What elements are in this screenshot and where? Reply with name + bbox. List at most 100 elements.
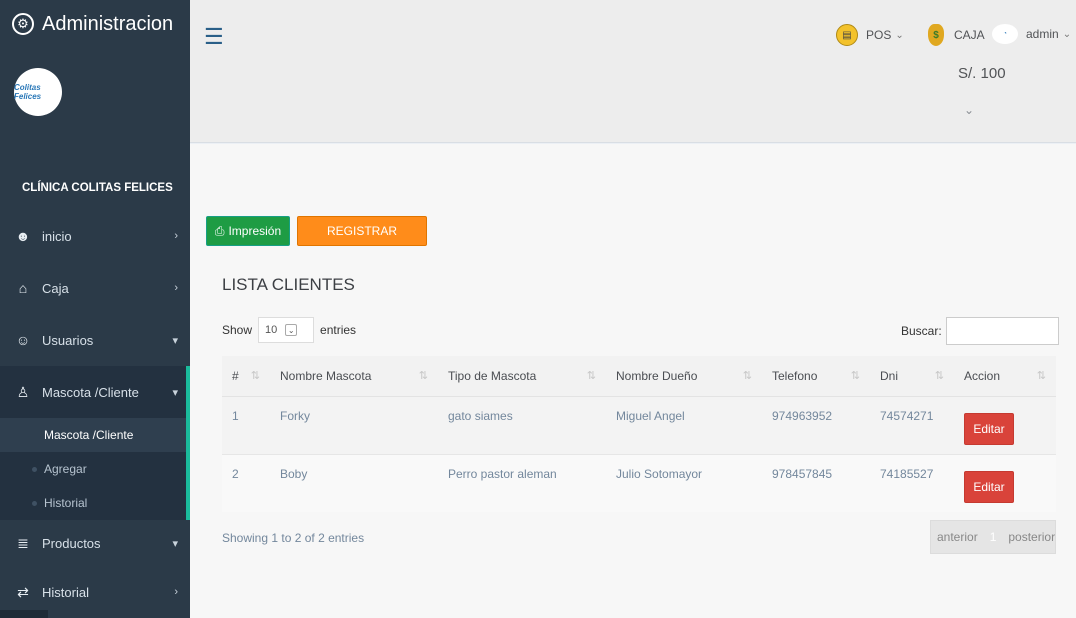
sidebar-item-caja[interactable]: ⌂ Caja ›	[0, 262, 190, 314]
chevron-right-icon: ›	[174, 230, 178, 242]
print-label: Impresión	[228, 224, 282, 238]
logo-area: Colitas Felices	[0, 48, 190, 168]
column-header-pet-type[interactable]: Tipo de Mascota ⇅	[438, 356, 606, 397]
submenu-item-label: Agregar	[44, 462, 87, 476]
chevron-down-icon: ▾	[172, 334, 178, 347]
prev-page-button[interactable]: anterior	[931, 530, 984, 544]
sort-icon: ⇅	[934, 369, 944, 382]
edit-button[interactable]: Editar	[964, 470, 1014, 503]
search-control: Buscar:	[901, 317, 1059, 345]
sort-icon: ⇅	[850, 369, 860, 382]
edit-button[interactable]: Editar	[964, 412, 1014, 445]
main-content: ⎙ Impresión REGISTRAR LISTA CLIENTES Sho…	[190, 144, 1076, 618]
cell-action: Editar	[954, 395, 1056, 454]
sidebar-menu: ☻ inicio › ⌂ Caja › ☺ Usuarios ▾ ♙ Masco…	[0, 210, 190, 618]
page-title: LISTA CLIENTES	[222, 275, 355, 294]
chevron-down-icon: ▾	[172, 537, 178, 550]
cell-number: 2	[222, 453, 270, 512]
cash-register-icon: ▤	[836, 24, 858, 46]
register-button[interactable]: REGISTRAR	[297, 216, 427, 246]
cell-pet-name: Boby	[270, 453, 438, 512]
chevron-right-icon: ›	[174, 282, 178, 294]
money-bag-icon: $	[928, 24, 944, 46]
entries-select[interactable]: 10 ⌄	[258, 317, 315, 343]
users-icon: ☺	[15, 332, 31, 348]
chevron-down-icon[interactable]: ⌄	[964, 103, 974, 117]
submenu-item-agregar[interactable]: Agregar	[0, 452, 190, 486]
menu-toggle-icon[interactable]: ☰	[204, 24, 224, 50]
sort-icon: ⇅	[742, 369, 752, 382]
table-row: 2 Boby Perro pastor aleman Julio Sotomay…	[222, 453, 1056, 512]
app-title: Administracion	[42, 12, 174, 35]
pagination: anterior 1 posterior	[930, 520, 1056, 554]
pos-dropdown[interactable]: ▤ POS ⌄	[836, 24, 904, 46]
next-page-button[interactable]: posterior	[1002, 530, 1061, 544]
sidebar-item-label: Productos	[42, 535, 101, 551]
column-header-phone[interactable]: Telefono ⇅	[762, 356, 870, 397]
sidebar-item-label: Caja	[42, 280, 69, 296]
pos-label: POS	[866, 28, 892, 42]
print-button[interactable]: ⎙ Impresión	[206, 216, 290, 246]
column-header-action[interactable]: Accion ⇅	[954, 356, 1056, 397]
show-label: Show	[222, 323, 253, 337]
cell-phone: 978457845	[762, 453, 870, 512]
column-header-dni[interactable]: Dni ⇅	[870, 356, 954, 397]
chevron-down-icon: ⌄	[1062, 28, 1072, 40]
cell-dni: 74185527	[870, 453, 954, 512]
chevron-down-icon: ⌄	[895, 29, 904, 41]
sidebar-item-productos[interactable]: ≣ Productos ▾	[0, 520, 190, 566]
database-icon: ≣	[17, 534, 29, 551]
sidebar-item-mascota-cliente[interactable]: ♙ Mascota /Cliente ▾	[0, 366, 190, 418]
column-header-pet-name[interactable]: Nombre Mascota ⇅	[270, 356, 438, 397]
paw-icon: ☻	[15, 228, 31, 244]
submenu-mascota-cliente: Mascota /Cliente Agregar Historial	[0, 418, 190, 520]
sidebar-footer	[0, 610, 48, 618]
user-dropdown[interactable]: ◔ admin ⌄	[992, 24, 1071, 44]
sidebar-item-inicio[interactable]: ☻ inicio ›	[0, 210, 190, 262]
cell-owner: Julio Sotomayor	[606, 453, 762, 512]
caja-amount: S/. 100	[958, 65, 1006, 82]
sidebar-item-label: Usuarios	[42, 332, 94, 348]
cell-number: 1	[222, 395, 270, 454]
page-number-button[interactable]: 1	[984, 530, 1003, 544]
table-row: 1 Forky gato siames Miguel Angel 9749639…	[222, 395, 1056, 454]
search-label: Buscar:	[901, 324, 942, 338]
caja-label: CAJA	[954, 28, 985, 42]
chevron-down-icon: ⌄	[285, 324, 298, 336]
entries-value: 10	[265, 324, 278, 336]
cell-pet-type: gato siames	[438, 395, 606, 454]
table-header-row: # ⇅ Nombre Mascota ⇅ Tipo de Mascota ⇅ Nomb…	[222, 356, 1056, 397]
logo-text: Colitas Felices	[14, 83, 42, 101]
cell-dni: 74574271	[870, 395, 954, 454]
caja-dropdown[interactable]: $ CAJA	[928, 24, 985, 46]
chevron-down-icon: ▾	[172, 386, 178, 399]
submenu-item-mascota-cliente[interactable]: Mascota /Cliente	[0, 418, 190, 452]
admin-label: admin	[1026, 27, 1059, 41]
avatar: ◔	[992, 24, 1018, 44]
exchange-icon: ⇄	[17, 583, 29, 600]
clinic-name: CLÍNICA COLITAS FELICES	[22, 182, 173, 194]
submenu-item-label: Mascota /Cliente	[44, 428, 134, 442]
clinic-logo: Colitas Felices	[14, 68, 62, 116]
bullet-icon	[32, 466, 37, 472]
cell-owner: Miguel Angel	[606, 395, 762, 454]
clients-table: # ⇅ Nombre Mascota ⇅ Tipo de Mascota ⇅ Nomb…	[222, 356, 1056, 512]
cell-pet-type: Perro pastor aleman	[438, 453, 606, 512]
search-input[interactable]	[945, 317, 1059, 345]
column-header-number[interactable]: # ⇅	[222, 356, 270, 397]
gear-icon: ⚙	[12, 13, 34, 35]
submenu-item-historial[interactable]: Historial	[0, 486, 190, 520]
user-pet-icon: ♙	[16, 383, 30, 400]
sort-icon: ⇅	[418, 369, 428, 382]
column-header-owner[interactable]: Nombre Dueño ⇅	[606, 356, 762, 397]
cell-phone: 974963952	[762, 395, 870, 454]
sort-icon: ⇅	[586, 369, 596, 382]
sidebar-item-usuarios[interactable]: ☺ Usuarios ▾	[0, 314, 190, 366]
brand[interactable]: ⚙ Administracion	[0, 0, 190, 48]
chevron-right-icon: ›	[174, 586, 178, 598]
bullet-icon	[32, 500, 37, 506]
sidebar-item-label: inicio	[42, 228, 72, 244]
sort-asc-icon: ⇅	[250, 369, 260, 382]
submenu-item-label: Historial	[44, 496, 88, 510]
table-info: Showing 1 to 2 of 2 entries	[222, 531, 365, 545]
